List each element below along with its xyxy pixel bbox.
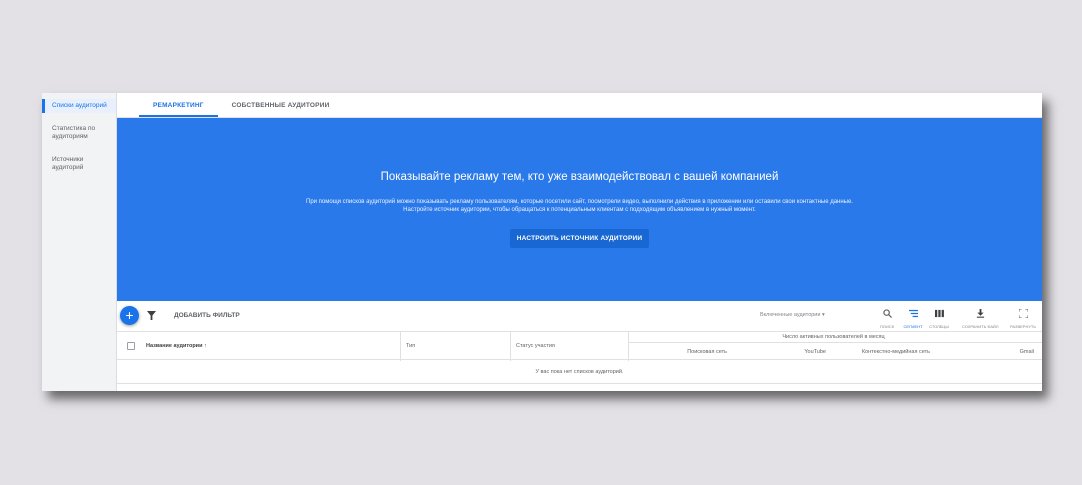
table-header: Название аудитории ↑ Тип Статус участия …	[117, 331, 1042, 361]
setup-audience-source-button[interactable]: НАСТРОИТЬ ИСТОЧНИК АУДИТОРИИ	[509, 229, 650, 248]
audience-view-select[interactable]: Включенные аудитории ▾	[760, 312, 825, 318]
tool-label: Развернуть	[1010, 324, 1036, 329]
dropdown-arrow-icon: ▾	[822, 312, 825, 318]
column-header-name[interactable]: Название аудитории ↑	[146, 343, 207, 349]
sidebar-item-audience-sources[interactable]: Источники аудиторий	[42, 153, 116, 175]
column-header-search-network[interactable]: Поисковая сеть	[628, 349, 727, 355]
tool-label: Сохранить файл	[962, 324, 999, 329]
tool-label: Столбцы	[929, 324, 949, 329]
select-all-checkbox[interactable]	[127, 342, 135, 350]
tab-bar: РЕМАРКЕТИНГ СОБСТВЕННЫЕ АУДИТОРИИ	[117, 93, 1042, 118]
hero-description: При помощи списков аудиторий можно показ…	[117, 198, 1042, 214]
hero-banner: Показывайте рекламу тем, кто уже взаимод…	[117, 118, 1042, 301]
tab-custom-audiences[interactable]: СОБСТВЕННЫЕ АУДИТОРИИ	[218, 93, 344, 117]
columns-tool[interactable]: Столбцы	[921, 305, 957, 329]
search-icon	[882, 309, 892, 318]
sidebar-item-audience-lists[interactable]: Списки аудиторий	[42, 99, 116, 113]
column-header-type[interactable]: Тип	[406, 343, 415, 349]
sidebar: Списки аудиторий Статистика по аудитория…	[42, 93, 117, 391]
sort-arrow-icon: ↑	[203, 343, 207, 349]
divider	[628, 332, 629, 361]
hero-title: Показывайте рекламу тем, кто уже взаимод…	[380, 171, 779, 183]
column-header-status[interactable]: Статус участия	[516, 343, 555, 349]
download-icon	[976, 309, 984, 318]
divider	[628, 342, 1042, 343]
app-window: Списки аудиторий Статистика по аудитория…	[42, 93, 1042, 391]
fullscreen-tool[interactable]: Развернуть	[1005, 305, 1041, 329]
tab-remarketing[interactable]: РЕМАРКЕТИНГ	[139, 93, 218, 117]
main-content: РЕМАРКЕТИНГ СОБСТВЕННЫЕ АУДИТОРИИ Показы…	[117, 93, 1042, 391]
table-toolbar: + ДОБАВИТЬ ФИЛЬТР Включенные аудитории ▾…	[117, 301, 1042, 331]
audience-table: Название аудитории ↑ Тип Статус участия …	[117, 331, 1042, 384]
columns-icon	[934, 309, 944, 318]
plus-icon: +	[125, 307, 134, 323]
column-header-youtube[interactable]: YouTube	[732, 349, 826, 355]
empty-state-message: У вас пока нет списков аудиторий.	[117, 360, 1042, 384]
column-header-label: Название аудитории	[146, 343, 203, 349]
column-group-active-users: Число активных пользователей в месяц	[782, 334, 885, 340]
download-tool[interactable]: Сохранить файл	[962, 305, 999, 329]
column-header-display-network[interactable]: Контекстно-медийная сеть	[831, 349, 930, 355]
hero-description-line: При помощи списков аудиторий можно показ…	[306, 199, 853, 205]
divider	[510, 332, 511, 361]
divider	[400, 332, 401, 361]
filter-icon[interactable]	[147, 311, 156, 320]
add-filter-button[interactable]: ДОБАВИТЬ ФИЛЬТР	[174, 312, 240, 319]
view-select-label: Включенные аудитории	[760, 312, 821, 318]
hero-description-line: Настройте источник аудитории, чтобы обра…	[403, 207, 756, 213]
segment-icon	[908, 309, 918, 318]
sidebar-item-audience-stats[interactable]: Статистика по аудиториям	[42, 122, 116, 144]
fullscreen-icon	[1018, 308, 1028, 319]
column-header-gmail[interactable]: Gmail	[935, 349, 1034, 355]
add-audience-button[interactable]: +	[120, 306, 139, 325]
